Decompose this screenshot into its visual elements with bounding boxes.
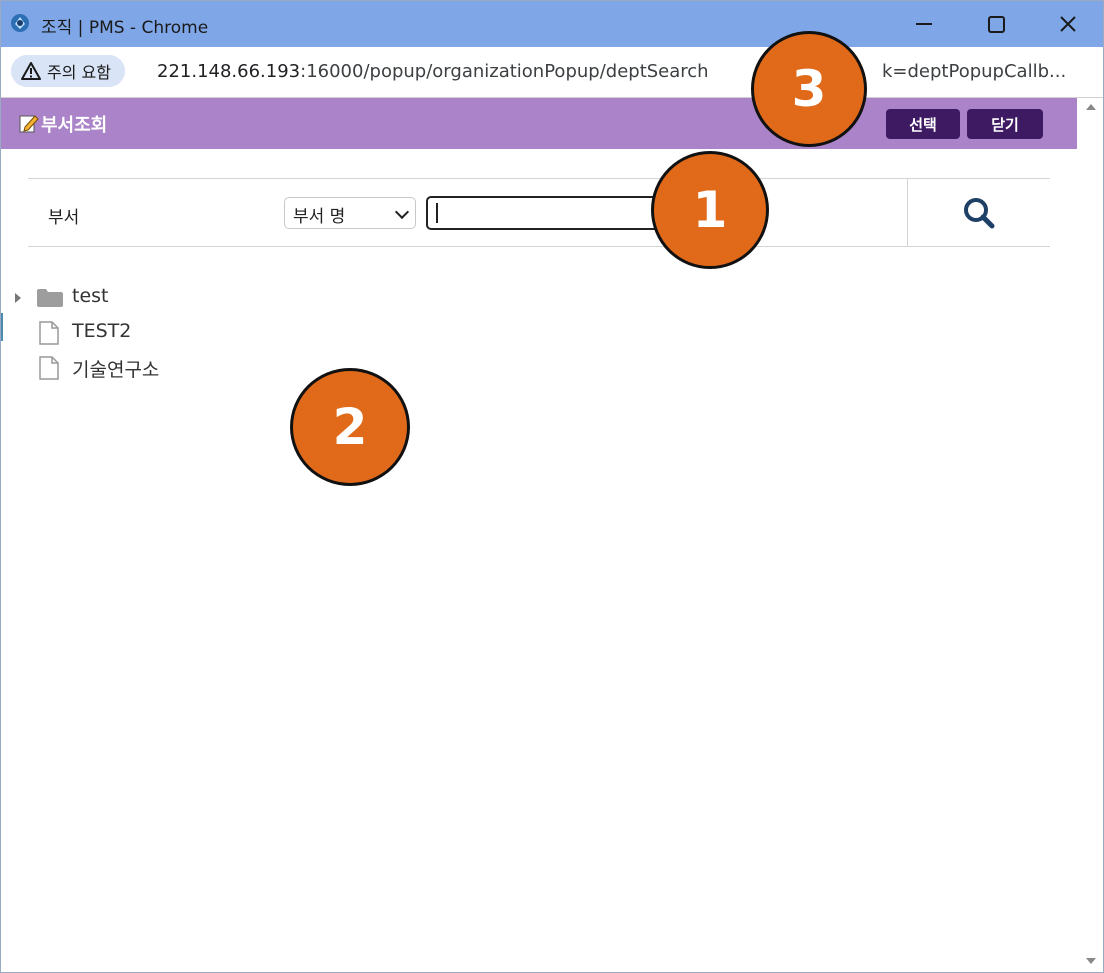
select-button[interactable]: 선택	[886, 109, 960, 139]
scroll-down-icon[interactable]	[1086, 958, 1096, 964]
minimize-icon[interactable]	[889, 7, 959, 41]
url-text[interactable]: 221.148.66.193:16000/popup/organizationP…	[157, 61, 1066, 82]
search-label: 부서	[48, 208, 80, 228]
expand-arrow-icon[interactable]	[15, 293, 21, 303]
search-panel: 부서 부서 명	[28, 178, 1050, 247]
popup-title: 부서조회	[41, 115, 108, 136]
warning-icon	[21, 62, 41, 80]
popup-header: 부서조회 선택 닫기	[1, 98, 1077, 149]
close-button[interactable]: 닫기	[967, 109, 1043, 139]
security-warning-label: 주의 요함	[47, 63, 111, 82]
tree-item-label: 기술연구소	[72, 359, 160, 381]
search-icon[interactable]	[958, 195, 1002, 231]
marker-3: 3	[751, 31, 867, 147]
file-icon	[39, 356, 59, 380]
url-tail: k=deptPopupCallb...	[882, 61, 1067, 82]
window-title: 조직 | PMS - Chrome	[41, 18, 209, 38]
tree-item-label: TEST2	[72, 320, 132, 342]
marker-2: 2	[290, 368, 410, 486]
search-input[interactable]	[426, 196, 680, 230]
folder-icon	[37, 289, 63, 307]
text-caret	[436, 203, 438, 223]
edit-icon	[19, 115, 39, 133]
maximize-icon[interactable]	[961, 7, 1031, 41]
file-icon	[39, 321, 59, 345]
tree-item-label: test	[72, 285, 109, 307]
search-type-select[interactable]: 부서 명	[284, 197, 416, 229]
url-host: 221.148.66.193	[157, 61, 301, 82]
search-type-value: 부서 명	[293, 207, 346, 227]
address-bar[interactable]: 주의 요함 221.148.66.193:16000/popup/organiz…	[1, 47, 1103, 98]
vertical-scrollbar[interactable]	[1078, 98, 1103, 972]
app-icon	[11, 14, 29, 32]
chevron-down-icon	[394, 204, 410, 220]
left-edge-accent	[1, 313, 3, 341]
popup-window: 조직 | PMS - Chrome 주의 요함 221.148.66.193:1…	[0, 0, 1104, 973]
close-icon[interactable]	[1033, 7, 1103, 41]
url-path: :16000/popup/organizationPopup/deptSearc…	[300, 61, 709, 82]
security-warning-chip[interactable]: 주의 요함	[11, 55, 125, 87]
title-bar: 조직 | PMS - Chrome	[1, 1, 1103, 47]
scroll-up-icon[interactable]	[1086, 104, 1096, 110]
marker-1: 1	[651, 151, 769, 269]
divider	[907, 179, 908, 246]
